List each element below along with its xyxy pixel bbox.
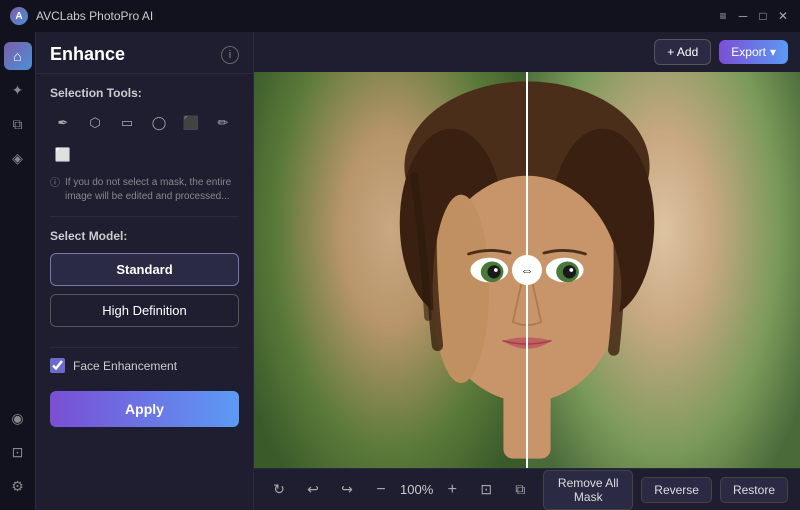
zoom-in-button[interactable]: +: [439, 477, 465, 503]
image-container: ⇔: [254, 72, 800, 468]
icon-sidebar: ⌂ ✦ ⧉ ◈ ◉ ⊡ ⚙: [0, 32, 36, 510]
restore-button[interactable]: Restore: [720, 477, 788, 503]
selection-tools-label: Selection Tools:: [50, 86, 239, 100]
model-label: Select Model:: [50, 229, 239, 243]
face-enhancement-label: Face Enhancement: [73, 359, 177, 373]
canvas-footer: ↻ ↩ ↪ − 100% + ⊡ ⧉ Remove All Mask Rever…: [254, 468, 800, 510]
titlebar-left: A AVCLabs PhotoPro AI: [10, 7, 153, 25]
add-button[interactable]: + Add: [654, 39, 711, 65]
brush-tool[interactable]: ✏: [210, 110, 236, 136]
footer-left: ↻ ↩ ↪ − 100% + ⊡ ⧉: [266, 477, 533, 503]
selection-tools-info-text: If you do not select a mask, the entire …: [65, 176, 239, 204]
panel: Enhance i Selection Tools: ✒ ⬡ ▭ ◯ ⬛ ✏ ⬜…: [36, 32, 254, 510]
export-button[interactable]: Export ▾: [719, 40, 788, 64]
zoom-value: 100%: [400, 482, 433, 497]
pen-tool[interactable]: ✒: [50, 110, 76, 136]
hd-model-button[interactable]: High Definition: [50, 294, 239, 327]
menu-icon[interactable]: ≡: [716, 9, 730, 23]
ellipse-tool[interactable]: ◯: [146, 110, 172, 136]
lasso-tool[interactable]: ⬡: [82, 110, 108, 136]
sidebar-item-layers[interactable]: ⧉: [4, 110, 32, 138]
zoom-display: − 100% +: [368, 477, 465, 503]
export-label: Export: [731, 45, 766, 59]
split-handle[interactable]: ⇔: [512, 255, 542, 285]
fit-screen-button[interactable]: ⊡: [473, 477, 499, 503]
sidebar-item-effects[interactable]: ◉: [4, 404, 32, 432]
panel-title: Enhance: [50, 44, 125, 65]
reverse-button[interactable]: Reverse: [641, 477, 712, 503]
refresh-button[interactable]: ↻: [266, 477, 292, 503]
info-icon[interactable]: i: [221, 46, 239, 64]
canvas-header: + Add Export ▾: [254, 32, 800, 72]
apply-button[interactable]: Apply: [50, 391, 239, 427]
rect-tool[interactable]: ▭: [114, 110, 140, 136]
sidebar-item-home[interactable]: ⌂: [4, 42, 32, 70]
sidebar-item-crop[interactable]: ⊡: [4, 438, 32, 466]
info-circle-icon: ⓘ: [50, 177, 60, 191]
eraser-tool[interactable]: ⬜: [50, 142, 76, 168]
panel-header: Enhance i: [36, 32, 253, 74]
zoom-out-button[interactable]: −: [368, 477, 394, 503]
app-icon: A: [10, 7, 28, 25]
sidebar-item-wand[interactable]: ✦: [4, 76, 32, 104]
standard-model-button[interactable]: Standard: [50, 253, 239, 286]
model-section: Select Model: Standard High Definition: [36, 217, 253, 347]
close-button[interactable]: ✕: [776, 9, 790, 23]
photo-display: ⇔: [254, 72, 800, 468]
app-title: AVCLabs PhotoPro AI: [36, 9, 153, 23]
compare-button[interactable]: ⧉: [507, 477, 533, 503]
selection-tools-section: Selection Tools: ✒ ⬡ ▭ ◯ ⬛ ✏ ⬜ ⓘ If you …: [36, 74, 253, 216]
window-controls: ≡ ─ □ ✕: [716, 9, 790, 23]
minimize-button[interactable]: ─: [736, 9, 750, 23]
image-mask-tool[interactable]: ⬛: [178, 110, 204, 136]
sidebar-item-adjust[interactable]: ◈: [4, 144, 32, 172]
footer-right: Remove All Mask Reverse Restore: [543, 470, 788, 510]
export-arrow-icon: ▾: [770, 45, 776, 59]
remove-all-mask-button[interactable]: Remove All Mask: [543, 470, 633, 510]
sidebar-item-settings[interactable]: ⚙: [4, 472, 32, 500]
titlebar: A AVCLabs PhotoPro AI ≡ ─ □ ✕: [0, 0, 800, 32]
undo-button[interactable]: ↩: [300, 477, 326, 503]
canvas-area: + Add Export ▾: [254, 32, 800, 510]
tools-row: ✒ ⬡ ▭ ◯ ⬛ ✏ ⬜: [50, 110, 239, 168]
face-enhancement-row: Face Enhancement: [36, 348, 253, 383]
selection-tools-info: ⓘ If you do not select a mask, the entir…: [50, 176, 239, 204]
main-content: ⌂ ✦ ⧉ ◈ ◉ ⊡ ⚙ Enhance i Selection Tools:…: [0, 32, 800, 510]
face-enhancement-checkbox[interactable]: [50, 358, 65, 373]
redo-button[interactable]: ↪: [334, 477, 360, 503]
maximize-button[interactable]: □: [756, 9, 770, 23]
